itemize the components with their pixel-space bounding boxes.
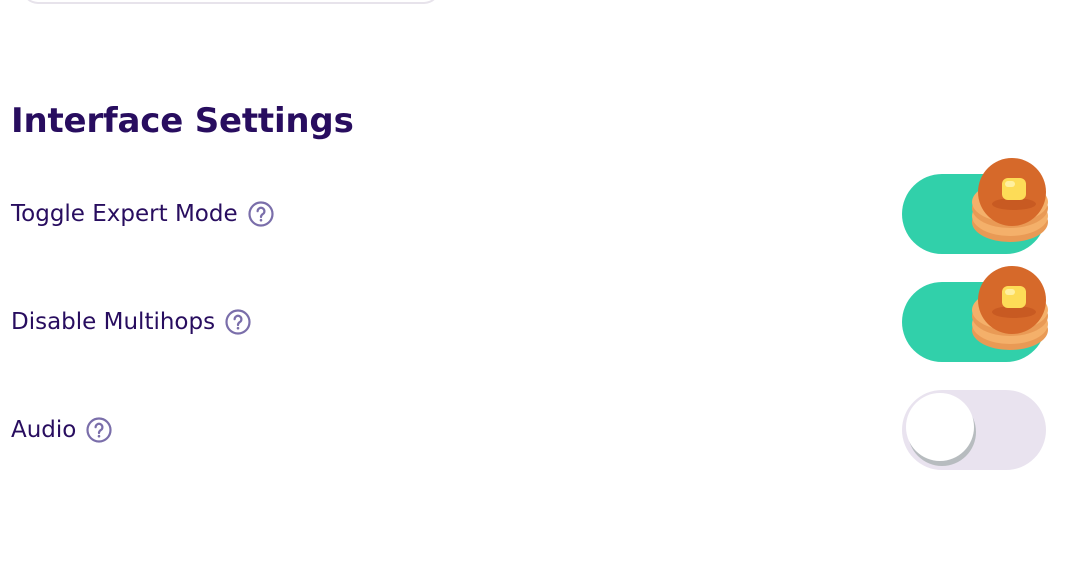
setting-label-group: Toggle Expert Mode — [11, 174, 274, 254]
question-circle-icon[interactable] — [248, 201, 274, 227]
expert-mode-toggle[interactable] — [902, 158, 1048, 254]
multihops-toggle[interactable] — [902, 266, 1048, 362]
setting-label-group: Audio — [11, 390, 112, 470]
setting-label-audio: Audio — [11, 417, 77, 443]
setting-row-expert-mode: Toggle Expert Mode — [11, 158, 1051, 254]
setting-row-multihops: Disable Multihops — [11, 266, 1051, 362]
setting-label-group: Disable Multihops — [11, 282, 251, 362]
previous-section-box — [22, 0, 440, 4]
audio-toggle[interactable] — [902, 390, 1046, 470]
question-circle-icon[interactable] — [225, 309, 251, 335]
setting-row-audio: Audio — [11, 390, 1051, 470]
pancake-knob-icon — [972, 158, 1048, 242]
question-circle-icon[interactable] — [86, 417, 112, 443]
toggle-knob — [906, 393, 974, 461]
section-title: Interface Settings — [11, 101, 354, 141]
setting-label-multihops: Disable Multihops — [11, 309, 216, 335]
setting-label-expert-mode: Toggle Expert Mode — [11, 201, 238, 227]
pancake-knob-icon — [972, 266, 1048, 350]
